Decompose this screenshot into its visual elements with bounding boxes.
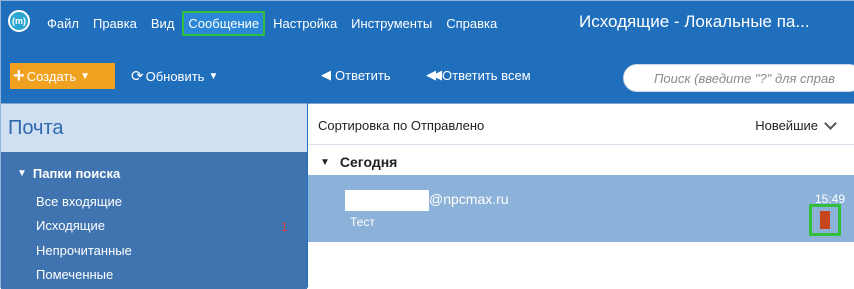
search-folders-label: Папки поиска	[32, 166, 121, 181]
menu-message[interactable]: Сообщение	[182, 10, 266, 36]
folder-sidebar: Почта ▼ Папки поиска Все входящие Исходя…	[1, 103, 307, 289]
caret-down-icon: ▼	[208, 70, 219, 82]
folder-flagged[interactable]: Помеченные	[36, 267, 113, 282]
menu-file[interactable]: Файл	[41, 11, 85, 36]
reply-arrow-icon: ◀	[321, 67, 331, 82]
folder-all-inbox[interactable]: Все входящие	[36, 194, 122, 209]
message-list-pane: Сортировка по Отправлено Новейшие ▼ Сего…	[308, 103, 854, 289]
date-group-label: Сегодня	[339, 154, 398, 170]
sidebar-title: Почта	[1, 104, 307, 152]
plus-icon: +	[13, 65, 25, 87]
folder-outbox[interactable]: Исходящие	[36, 218, 105, 233]
collapse-triangle-icon[interactable]: ▼	[320, 157, 330, 168]
reply-all-button-label: Ответить всем	[442, 67, 531, 83]
create-button-label: Создать	[26, 68, 77, 84]
sort-by-label[interactable]: Сортировка по Отправлено	[318, 118, 484, 133]
expand-triangle-icon[interactable]: ▼	[17, 168, 27, 179]
message-row[interactable]: @npcmax.ru Тест 15:49	[308, 175, 854, 242]
toolbar: + Создать ▼ ⟳ Обновить ▼ ◀ Ответить ◀◀ О…	[1, 53, 854, 103]
folder-unread[interactable]: Непрочитанные	[36, 243, 132, 258]
app-logo-icon: (m)	[8, 10, 30, 32]
reply-all-button[interactable]: ◀◀ Ответить всем	[426, 67, 531, 83]
search-input[interactable]: Поиск (введите "?" для справ	[623, 64, 854, 92]
sort-order-label: Новейшие	[755, 118, 818, 133]
menu-bar: (m) Файл Правка Вид Сообщение Настройка …	[1, 1, 854, 53]
date-group-header[interactable]: ▼ Сегодня	[320, 154, 397, 170]
sort-bar: Сортировка по Отправлено Новейшие	[308, 104, 854, 145]
menu-items: Файл Правка Вид Сообщение Настройка Инст…	[41, 10, 505, 36]
menu-tools[interactable]: Инструменты	[345, 11, 438, 36]
app-window: (m) Файл Правка Вид Сообщение Настройка …	[0, 0, 854, 289]
window-title: Исходящие - Локальные па...	[579, 12, 810, 31]
reply-button[interactable]: ◀ Ответить	[321, 67, 391, 83]
message-sender: @npcmax.ru	[429, 191, 509, 207]
create-button[interactable]: + Создать ▼	[10, 63, 115, 89]
outbox-count-badge: 1	[281, 220, 288, 234]
chevron-down-icon	[824, 117, 837, 130]
redacted-sender-block	[345, 190, 429, 211]
search-folders-group[interactable]: ▼ Папки поиска	[17, 166, 120, 181]
menu-settings[interactable]: Настройка	[267, 11, 343, 36]
menu-view[interactable]: Вид	[145, 11, 181, 36]
message-subject: Тест	[350, 215, 375, 229]
menu-help[interactable]: Справка	[440, 11, 503, 36]
caret-down-icon: ▼	[80, 70, 90, 82]
reply-button-label: Ответить	[335, 67, 391, 83]
refresh-button[interactable]: ⟳ Обновить ▼	[131, 67, 218, 85]
refresh-button-label: Обновить	[145, 68, 205, 84]
refresh-icon: ⟳	[131, 68, 144, 85]
reply-all-arrow-icon: ◀◀	[426, 67, 442, 82]
sort-order-dropdown[interactable]: Новейшие	[755, 117, 837, 133]
flag-icon	[820, 211, 830, 229]
menu-edit[interactable]: Правка	[87, 11, 143, 36]
flag-button[interactable]	[809, 204, 841, 236]
